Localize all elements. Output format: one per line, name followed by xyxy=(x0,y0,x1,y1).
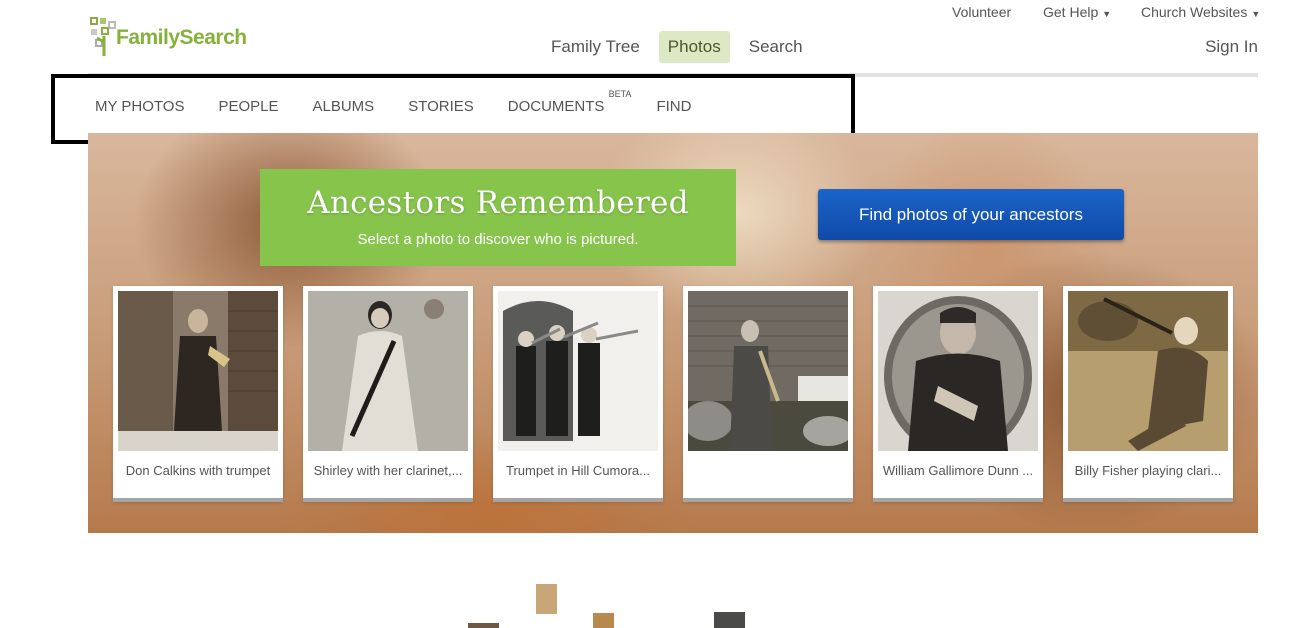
photo-thumbnail[interactable] xyxy=(714,612,745,628)
get-help-label: Get Help xyxy=(1043,4,1099,20)
caret-down-icon: ▼ xyxy=(1102,9,1112,19)
nav-photos[interactable]: Photos xyxy=(658,31,730,63)
hero-banner: Ancestors Remembered Select a photo to d… xyxy=(260,169,736,266)
nav-family-tree[interactable]: Family Tree xyxy=(542,31,649,63)
photo-thumbnail xyxy=(498,291,658,451)
photo-thumbnail xyxy=(688,291,848,451)
photo-thumbnail xyxy=(118,291,278,451)
sign-in-link[interactable]: Sign In xyxy=(1205,37,1258,57)
photo-card[interactable]: Trumpet in Hill Cumora... xyxy=(493,286,663,502)
volunteer-label: Volunteer xyxy=(952,4,1012,20)
find-photos-button[interactable]: Find photos of your ancestors xyxy=(818,189,1124,240)
caret-down-icon: ▼ xyxy=(1251,9,1261,19)
photo-thumbnail[interactable] xyxy=(468,623,499,628)
tree-logo-icon xyxy=(88,16,118,56)
photo-card[interactable]: Shirley with her clarinet,... xyxy=(303,286,473,502)
main-nav: Family Tree Photos Search xyxy=(542,31,822,63)
nav-search[interactable]: Search xyxy=(740,31,812,63)
familysearch-logo[interactable]: FamilySearch xyxy=(88,14,258,58)
photo-caption: Billy Fisher playing clari... xyxy=(1074,463,1222,478)
hero-subtitle: Select a photo to discover who is pictur… xyxy=(357,231,639,248)
get-help-menu[interactable]: Get Help ▼ xyxy=(1043,4,1111,20)
photo-thumbnail xyxy=(308,291,468,451)
photo-card[interactable]: Billy Fisher playing clari... xyxy=(1063,286,1233,502)
photo-card[interactable] xyxy=(683,286,853,502)
photo-thumbnail[interactable] xyxy=(593,613,614,628)
photo-card[interactable]: William Gallimore Dunn ... xyxy=(873,286,1043,502)
photo-caption: Trumpet in Hill Cumora... xyxy=(506,463,650,478)
volunteer-link[interactable]: Volunteer xyxy=(952,4,1011,20)
photo-caption: Don Calkins with trumpet xyxy=(125,463,271,478)
photo-caption: Shirley with her clarinet,... xyxy=(313,463,463,478)
brand-name: FamilySearch xyxy=(116,26,247,49)
photo-thumbnail[interactable] xyxy=(536,584,557,614)
photo-card[interactable]: Don Calkins with trumpet xyxy=(113,286,283,502)
church-websites-label: Church Websites xyxy=(1141,4,1248,20)
hero-title: Ancestors Remembered xyxy=(307,185,689,221)
photo-thumbnail xyxy=(878,291,1038,451)
church-websites-menu[interactable]: Church Websites ▼ xyxy=(1141,4,1260,20)
photo-thumbnail xyxy=(1068,291,1228,451)
photo-caption: William Gallimore Dunn ... xyxy=(882,463,1034,478)
